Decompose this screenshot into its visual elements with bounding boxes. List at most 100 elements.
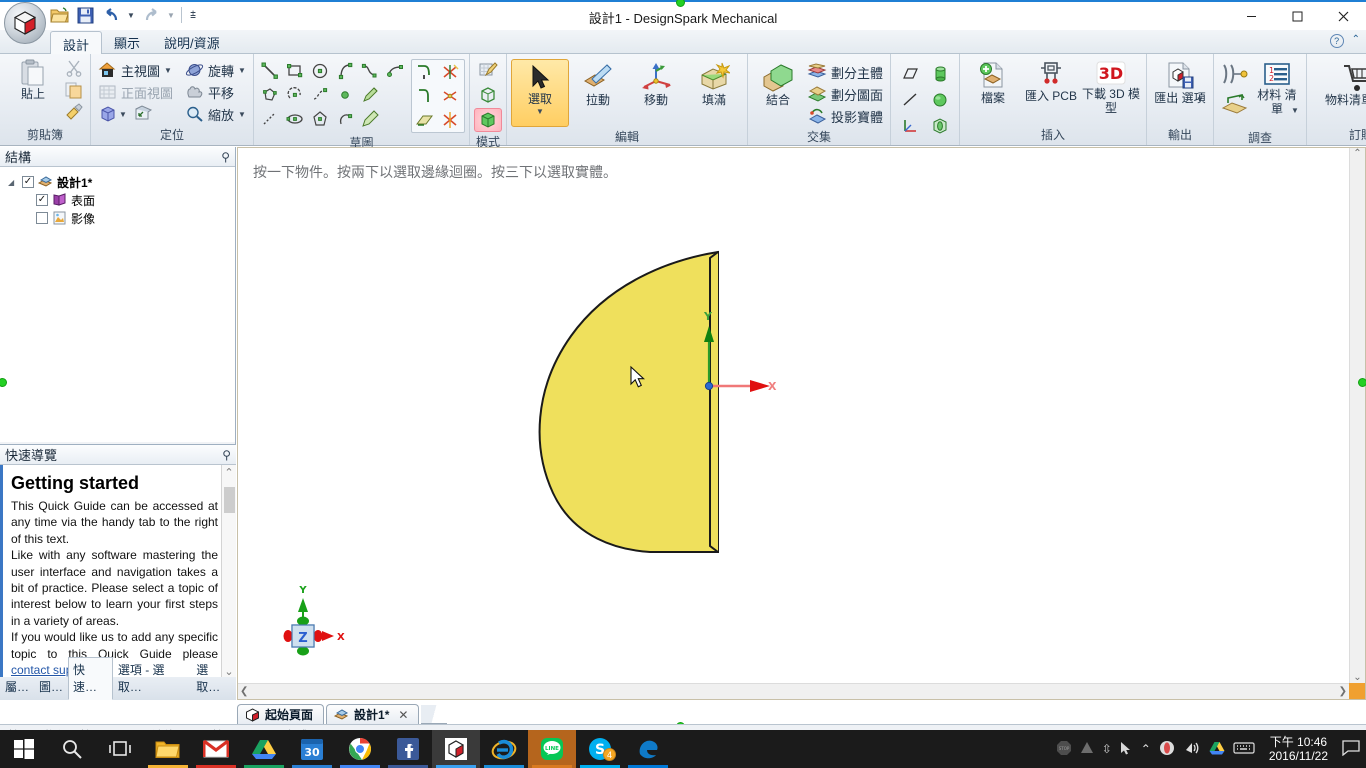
copy-button[interactable] — [62, 79, 86, 101]
import-pcb-button[interactable]: 匯入 PCB — [1022, 59, 1080, 106]
undo-button[interactable] — [99, 4, 123, 26]
right-edge-dock-handle[interactable] — [1358, 378, 1366, 387]
taskbar-line[interactable]: LINE — [528, 730, 576, 768]
dock-tab-options-select[interactable]: 選項 - 選取… — [113, 657, 191, 700]
canvas-hscrollbar[interactable]: ❮ ❯ — [238, 683, 1349, 699]
tray-stop-icon[interactable]: STOP — [1056, 740, 1072, 759]
sketch-mode-button[interactable] — [474, 58, 502, 82]
save-button[interactable] — [73, 4, 97, 26]
combine-button[interactable]: 結合 — [752, 59, 804, 110]
redo-dropdown[interactable]: ▼ — [165, 4, 177, 26]
sketch-edit-tool[interactable] — [358, 83, 383, 107]
rotate-button[interactable]: 旋轉 ▼ — [182, 59, 249, 81]
export-options-button[interactable]: 匯出 選項 ▼ — [1151, 59, 1209, 117]
doc-tab-close-icon[interactable]: ✕ — [398, 708, 408, 722]
canvas-scroll-left-arrow[interactable]: ❮ — [240, 686, 248, 697]
measure-button[interactable] — [1218, 60, 1252, 90]
project-solid-button[interactable]: 投影寶體 — [804, 105, 886, 127]
cross-trim-tool[interactable] — [438, 108, 464, 132]
design-canvas[interactable]: 按一下物件。按兩下以選取邊緣迴圈。按三下以選取實體。 Y X Y X Z — [238, 148, 1349, 683]
pull-tool-button[interactable]: 拉動 — [569, 59, 627, 110]
taskbar-gmail[interactable] — [192, 730, 240, 768]
rotate-caret-icon[interactable]: ▼ — [238, 66, 246, 75]
customize-qat-button[interactable]: ⩲ — [186, 4, 200, 26]
line-tool[interactable] — [258, 59, 283, 83]
canvas-scroll-right-arrow[interactable]: ❯ — [1339, 686, 1347, 697]
taskbar-calendar[interactable]: 30 — [288, 730, 336, 768]
cylinder-primitive[interactable] — [925, 61, 955, 87]
paste-button[interactable]: 貼上 — [4, 57, 62, 104]
tangent-arc-tool[interactable] — [333, 59, 358, 83]
bom-quote-button[interactable]: 物料清單報價 — [1311, 61, 1366, 110]
move-tool-button[interactable]: 移動 — [627, 59, 685, 110]
split-tool[interactable] — [438, 60, 464, 84]
fillet-tool[interactable] — [412, 84, 438, 108]
close-button[interactable] — [1320, 2, 1366, 31]
axis-primitive[interactable] — [895, 87, 925, 113]
start-button[interactable] — [0, 730, 48, 768]
application-menu-button[interactable] — [4, 2, 46, 44]
taskbar-clock[interactable]: 下午 10:46 2016/11/22 — [1263, 735, 1334, 763]
home-view-caret-icon[interactable]: ▼ — [164, 66, 172, 75]
dock-tab-properties[interactable]: 屬… — [0, 674, 34, 700]
canvas-resize-corner[interactable] — [1349, 683, 1365, 699]
origin-primitive[interactable] — [895, 113, 925, 139]
taskbar-skype[interactable]: S 4 — [576, 730, 624, 768]
google-drive-tray-icon[interactable] — [1209, 741, 1225, 758]
sketch-plane-primitive[interactable] — [925, 113, 955, 139]
sweep-arc-tool[interactable] — [333, 107, 358, 131]
rectangle-tool[interactable] — [283, 59, 308, 83]
taskbar-task-view-button[interactable] — [96, 730, 144, 768]
design-checkbox[interactable]: ✓ — [22, 176, 34, 188]
maximize-button[interactable] — [1274, 2, 1320, 31]
taskbar-designspark[interactable] — [432, 730, 480, 768]
quick-guide-vscroll-thumb[interactable] — [224, 487, 235, 513]
box-view-button[interactable] — [98, 105, 117, 123]
circle-tool[interactable] — [308, 59, 333, 83]
previous-view-button[interactable] — [133, 105, 153, 123]
break-tool[interactable] — [438, 84, 464, 108]
construction-line-tool[interactable] — [383, 59, 408, 83]
export-caret-icon[interactable]: ▼ — [1196, 95, 1204, 104]
tray-cursor-icon[interactable] — [1120, 741, 1133, 758]
dock-tab-selection[interactable]: 選取… — [191, 657, 236, 700]
dock-tab-layers[interactable]: 圖… — [34, 674, 68, 700]
dock-tab-quickguide[interactable]: 快速… — [68, 657, 113, 700]
undo-dropdown[interactable]: ▼ — [125, 4, 137, 26]
surface-shape[interactable] — [538, 250, 719, 553]
canvas-vscrollbar[interactable]: ⌃ ⌄ — [1349, 148, 1365, 683]
tray-warning-icon[interactable] — [1080, 741, 1094, 758]
taskbar-chrome[interactable] — [336, 730, 384, 768]
reference-spline-tool[interactable] — [308, 83, 333, 107]
split-face-button[interactable]: 劃分圖面 — [804, 83, 886, 105]
view-triad[interactable]: Z Y X Z — [283, 585, 346, 656]
zoom-button[interactable]: 縮放 ▼ — [182, 103, 249, 125]
taskbar-search-button[interactable] — [48, 730, 96, 768]
plane-primitive[interactable] — [895, 61, 925, 87]
tree-node-image[interactable]: 影像 — [6, 209, 235, 227]
tray-opera-icon[interactable] — [1159, 740, 1175, 759]
sketch-pencil-tool[interactable] — [358, 107, 383, 131]
scroll-up-arrow[interactable]: ⌃ — [224, 465, 233, 480]
split-body-button[interactable]: 劃分主體 — [804, 61, 886, 83]
pin-icon[interactable]: ⚲ — [221, 150, 230, 164]
trim-corner-tool[interactable] — [412, 60, 438, 84]
home-view-button[interactable]: 主視圖 ▼ — [95, 59, 176, 81]
canvas-scroll-down-arrow[interactable]: ⌄ — [1353, 672, 1361, 683]
dashed-line-tool[interactable] — [258, 107, 283, 131]
mass-properties-button[interactable] — [1218, 90, 1252, 118]
zoom-caret-icon[interactable]: ▼ — [238, 110, 246, 119]
polygon-shape-tool[interactable] — [308, 107, 333, 131]
redo-button[interactable] — [139, 4, 163, 26]
chevron-up-icon[interactable]: ⌃ — [1352, 34, 1360, 48]
three-point-arc-tool[interactable] — [283, 83, 308, 107]
expander-icon[interactable]: ◢ — [8, 178, 18, 187]
taskbar-edge[interactable] — [624, 730, 672, 768]
ellipse-tool[interactable] — [283, 107, 308, 131]
format-painter-button[interactable] — [62, 101, 86, 123]
bom-caret-icon[interactable]: ▼ — [1291, 106, 1299, 115]
plan-view-button[interactable]: 正面視圖 — [95, 81, 176, 103]
chevron-up-icon[interactable]: ⌃ — [1141, 742, 1151, 756]
taskbar-facebook[interactable] — [384, 730, 432, 768]
minimize-button[interactable] — [1228, 2, 1274, 31]
